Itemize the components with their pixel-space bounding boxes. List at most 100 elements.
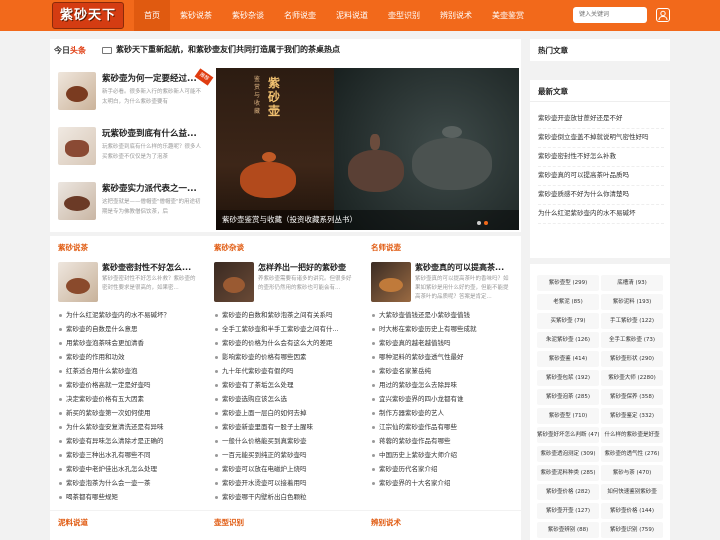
list-item[interactable]: 时大彬在紫砂壶历史上有哪些成就 — [371, 322, 477, 336]
teapot-thumbnail[interactable] — [58, 72, 96, 110]
tag[interactable]: 朱泥紫砂壶 (126) — [537, 332, 599, 348]
list-item[interactable]: 紫砂壶真的可以提高茶叶品质吗 — [538, 167, 664, 186]
list-item[interactable]: 用紫砂壶泡茶味会更加清香 — [58, 336, 170, 350]
list-item[interactable]: 紫砂壶密封性不好怎么补救 — [538, 148, 664, 167]
tag[interactable]: 紫砂壶开壶 (127) — [537, 503, 599, 519]
list-item[interactable]: 紫砂壶真的越老越值钱吗 — [371, 336, 477, 350]
column-title[interactable]: 名师说壶 — [371, 242, 401, 253]
list-item[interactable]: 一般什么价格能买到真紫砂壶 — [214, 434, 339, 448]
tag[interactable]: 紫砂壶识别 (759) — [601, 522, 663, 538]
section-title[interactable]: 辨别说术 — [371, 517, 401, 528]
column-lead-title[interactable]: 怎样养出一把好的紫砂壶 — [258, 262, 354, 273]
tag[interactable]: 紫砂壶的透气性 (276) — [601, 446, 663, 462]
tag[interactable]: 紫砂壶型 (299) — [537, 275, 599, 291]
list-item[interactable]: 紫砂壶价格高就一定是好壶吗 — [58, 378, 170, 392]
list-item[interactable]: 蒋蓉的紫砂壶作品有哪些 — [371, 434, 477, 448]
list-item[interactable]: 新买的紫砂壶第一次如何使用 — [58, 406, 170, 420]
nav-tea[interactable]: 紫砂说茶 — [170, 0, 222, 31]
list-item[interactable]: 紫砂壶三种出水孔有哪些不同 — [58, 448, 170, 462]
nav-masters[interactable]: 名师说壶 — [274, 0, 326, 31]
nav-appreciate[interactable]: 美壶鉴赏 — [482, 0, 534, 31]
featured-item[interactable]: 紫砂壶实力派代表之一... 这把壶就是——僧帽壶"僧帽壶"的用途初期是专为佛教僧… — [56, 176, 206, 227]
tag[interactable]: 紫砂壶大师 (2280) — [601, 370, 663, 386]
tag[interactable]: 紫砂壶透泡测定 (309) — [537, 446, 599, 462]
column-title[interactable]: 紫砂杂谈 — [214, 242, 244, 253]
column-lead-title[interactable]: 紫砂壶密封性不好怎么... — [102, 262, 198, 273]
list-item[interactable]: 紫砂壶有异味怎么清除才是正确的 — [58, 434, 170, 448]
tag[interactable]: 如何快速鉴别紫砂壶 — [601, 484, 663, 500]
featured-item[interactable]: 紫砂壶为何一定要经过... 新手必看。很多新入行的紫砂新人可能不太明白，为什么紫… — [56, 66, 214, 117]
user-icon[interactable] — [656, 8, 670, 22]
tag[interactable]: 紫砂壶形状 (290) — [601, 351, 663, 367]
list-item[interactable]: 紫砂壶开水烫壶可以接着用吗 — [214, 476, 339, 490]
list-item[interactable]: 影响紫砂壶的价格有哪些因素 — [214, 350, 339, 364]
teapot-thumbnail[interactable] — [58, 262, 98, 302]
list-item[interactable]: 紫砂壶名家篆岳纯 — [371, 364, 477, 378]
list-item[interactable]: 为什么红泥紫砂壶内的水不易碱坏？ — [58, 308, 170, 322]
list-item[interactable]: 紫砂壶的作用和功效 — [58, 350, 170, 364]
list-item[interactable]: 宜兴紫砂壶界的四小龙都有谁 — [371, 392, 477, 406]
tag[interactable]: 老紫泥 (85) — [537, 294, 599, 310]
site-logo[interactable]: 紫砂天下 — [52, 2, 124, 29]
tag[interactable]: 什么样的紫砂壶是好壶 — [601, 427, 663, 443]
list-item[interactable]: 中国历史上紫砂壶大师介绍 — [371, 448, 477, 462]
list-item[interactable]: 紫砂壶可以放在电磁炉上烧吗 — [214, 462, 339, 476]
hero-slideshow[interactable]: 紫砂壶 鉴赏与收藏 紫砂壶鉴赏与收藏（投资收藏系列丛书） — [216, 68, 519, 230]
list-item[interactable]: 江宗仙的紫砂壶作品有哪些 — [371, 420, 477, 434]
list-item[interactable]: 喝茶都有哪些规矩 — [58, 490, 170, 504]
tag[interactable]: 紫砂壶泡茶 (285) — [537, 389, 599, 405]
today-headline[interactable]: 紫砂天下重新起航，和紫砂壶友们共同打造属于我们的茶桌热点 — [116, 44, 340, 55]
teapot-thumbnail[interactable] — [58, 127, 96, 165]
slide-dot[interactable] — [484, 221, 488, 225]
list-item[interactable]: 紫砂壶选购应该怎么选 — [214, 392, 339, 406]
tag[interactable]: 紫砂与茶 (470) — [601, 465, 663, 481]
tag[interactable]: 紫砂壶价格 (282) — [537, 484, 599, 500]
section-title[interactable]: 壶型识别 — [214, 517, 244, 528]
tag[interactable]: 紫砂泥料 (193) — [601, 294, 663, 310]
list-item[interactable]: 为什么红泥紫砂壶内的水不易碱坏 — [538, 205, 664, 224]
list-item[interactable]: 紫砂壶哪干内壁析出白色颗粒 — [214, 490, 339, 504]
list-item[interactable]: 紫砂壶的价格为什么会有这么大的差距 — [214, 336, 339, 350]
column-title[interactable]: 紫砂说茶 — [58, 242, 88, 253]
featured-title[interactable]: 玩紫砂壶到底有什么益... — [102, 127, 204, 139]
tag[interactable]: 紫砂壶辨别 (88) — [537, 522, 599, 538]
list-item[interactable]: 一百元能买到纯正的紫砂壶吗 — [214, 448, 339, 462]
tag[interactable]: 底槽清 (93) — [601, 275, 663, 291]
list-item[interactable]: 决定紫砂壶价格有五大因素 — [58, 392, 170, 406]
nav-home[interactable]: 首页 — [134, 0, 170, 31]
list-item[interactable]: 全手工紫砂壶和半手工紫砂壶之间有什... — [214, 322, 339, 336]
list-item[interactable]: 大紫砂壶值钱还是小紫砂壶值钱 — [371, 308, 477, 322]
featured-title[interactable]: 紫砂壶实力派代表之一... — [102, 182, 204, 194]
tag[interactable]: 紫砂壶价格 (144) — [601, 503, 663, 519]
featured-item[interactable]: 玩紫砂壶到底有什么益... 玩紫砂壶到底有什么样的乐趣呢？很多人买紫砂壶不仅仅是… — [56, 121, 206, 172]
section-title[interactable]: 泥料说道 — [58, 517, 88, 528]
featured-title[interactable]: 紫砂壶为何一定要经过... — [102, 72, 204, 84]
tag[interactable]: 紫砂壶鉴 (414) — [537, 351, 599, 367]
teapot-thumbnail[interactable] — [371, 262, 411, 302]
tag[interactable]: 紫砂壶保养 (358) — [601, 389, 663, 405]
nav-clay[interactable]: 泥料说道 — [326, 0, 378, 31]
list-item[interactable]: 紫砂壶新壶里面有一股子土腥味 — [214, 420, 339, 434]
list-item[interactable]: 紫砂壶上面一层白的如何去掉 — [214, 406, 339, 420]
list-item[interactable]: 紫砂壶的自数是什么意思 — [58, 322, 170, 336]
list-item[interactable]: 紫砂壶质感不好为什么你清楚吗 — [538, 186, 664, 205]
list-item[interactable]: 紫砂壶泡茶为什么会一壶一茶 — [58, 476, 170, 490]
tag[interactable]: 紫砂壶泥料种类 (285) — [537, 465, 599, 481]
tag[interactable]: 买紫砂壶 (79) — [537, 313, 599, 329]
list-item[interactable]: 紫砂壶开壶放甘蔗好还是不好 — [538, 110, 664, 129]
list-item[interactable]: 紫砂壶界的十大名家介绍 — [371, 476, 477, 490]
teapot-thumbnail[interactable] — [58, 182, 96, 220]
slide-dot[interactable] — [477, 221, 481, 225]
list-item[interactable]: 制作方器紫砂壶的艺人 — [371, 406, 477, 420]
nav-identify[interactable]: 辨别说术 — [430, 0, 482, 31]
search-input[interactable] — [573, 7, 647, 23]
teapot-thumbnail[interactable] — [214, 262, 254, 302]
list-item[interactable]: 用过的紫砂壶怎么去除异味 — [371, 378, 477, 392]
list-item[interactable]: 红茶适合用什么紫砂壶泡 — [58, 364, 170, 378]
tag[interactable]: 紫砂壶鉴定 (332) — [601, 408, 663, 424]
list-item[interactable]: 哪种泥料的紫砂壶透气性最好 — [371, 350, 477, 364]
tag[interactable]: 紫砂壶好坏怎么判断 (47) — [537, 427, 599, 443]
tag[interactable]: 手工紫砂壶 (122) — [601, 313, 663, 329]
tag[interactable]: 紫砂壶型 (710) — [537, 408, 599, 424]
nav-shapes[interactable]: 壶型识别 — [378, 0, 430, 31]
